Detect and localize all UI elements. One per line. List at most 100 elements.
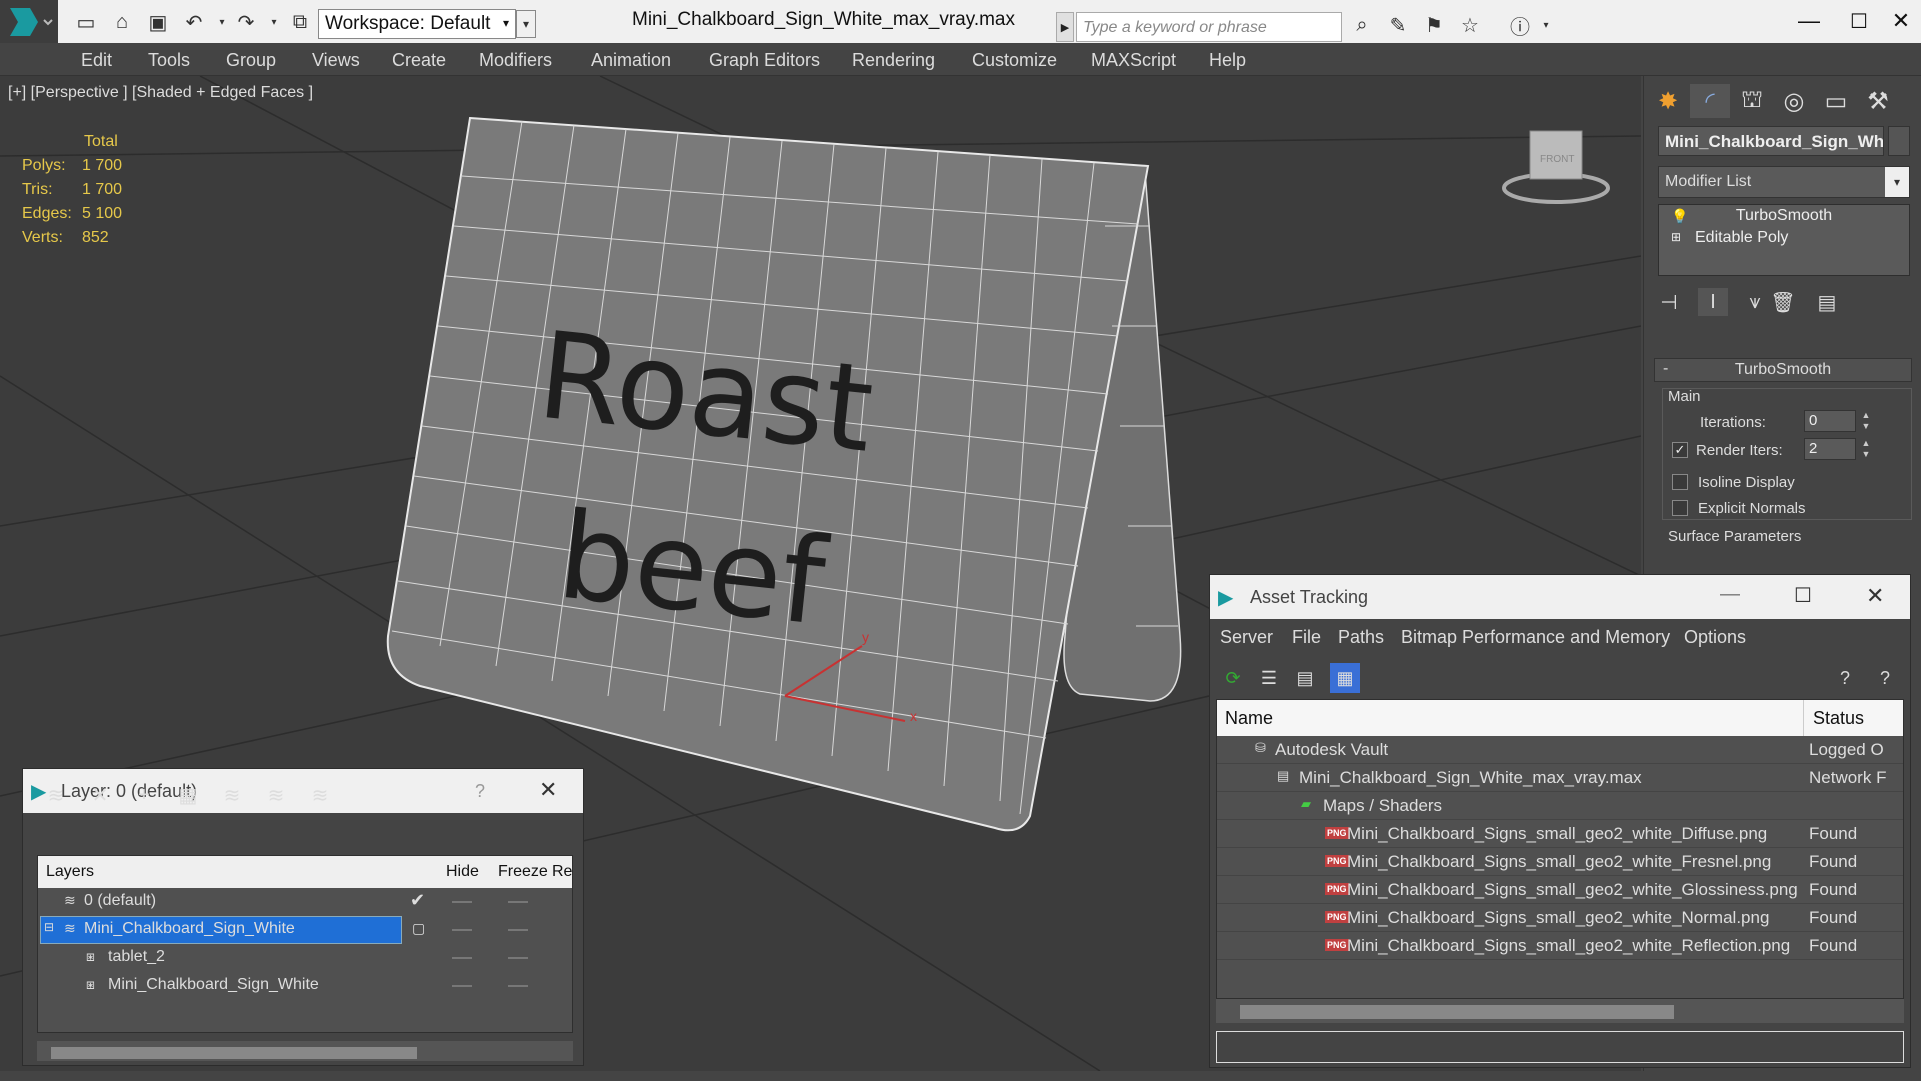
thumbnail-view-icon[interactable]: ▤ bbox=[1290, 663, 1320, 693]
modify-tab-icon[interactable]: ◜ bbox=[1690, 84, 1730, 118]
communication-icon[interactable]: ⚑ bbox=[1420, 12, 1448, 38]
pin-stack-icon[interactable]: ⊣ bbox=[1654, 288, 1684, 316]
refresh-icon[interactable]: ⟳ bbox=[1218, 663, 1248, 693]
redo-dropdown-icon[interactable]: ▾ bbox=[260, 9, 288, 35]
freeze-toggle[interactable] bbox=[508, 957, 528, 959]
undo-icon[interactable]: ↶ bbox=[180, 9, 208, 35]
workspace-dropdown[interactable]: Workspace: Default ▾ bbox=[318, 9, 516, 39]
asset-row[interactable]: PNG Mini_Chalkboard_Signs_small_geo2_whi… bbox=[1217, 876, 1903, 904]
scrollbar-thumb[interactable] bbox=[1240, 1005, 1674, 1019]
menu-views[interactable]: Views bbox=[312, 50, 360, 71]
turbosmooth-rollout-header[interactable]: - TurboSmooth bbox=[1654, 358, 1912, 382]
surface-parameters-label[interactable]: Surface Parameters bbox=[1668, 528, 1801, 545]
menu-paths[interactable]: Paths bbox=[1338, 627, 1384, 648]
hide-toggle[interactable] bbox=[452, 985, 472, 987]
hierarchy-tab-icon[interactable]: ⛫ bbox=[1732, 84, 1772, 118]
viewport-label[interactable]: [+] [Perspective ] [Shaded + Edged Faces… bbox=[8, 84, 313, 102]
utilities-tab-icon[interactable]: ⚒ bbox=[1858, 84, 1898, 118]
scrollbar-thumb[interactable] bbox=[51, 1047, 417, 1059]
project-folder-icon[interactable]: ⧉ bbox=[286, 9, 314, 35]
hide-toggle[interactable] bbox=[452, 929, 472, 931]
hide-toggle[interactable] bbox=[452, 901, 472, 903]
create-layer-icon[interactable]: ≋ bbox=[41, 781, 71, 809]
tooltip-help-icon[interactable]: ? bbox=[1870, 663, 1900, 693]
menu-graph-editors[interactable]: Graph Editors bbox=[709, 50, 820, 71]
list-view-icon[interactable]: ☰ bbox=[1254, 663, 1284, 693]
maximize-icon[interactable]: ☐ bbox=[1794, 583, 1812, 608]
menu-group[interactable]: Group bbox=[226, 50, 276, 71]
menu-tools[interactable]: Tools bbox=[148, 50, 190, 71]
help-dropdown-icon[interactable]: ▾ bbox=[1532, 12, 1560, 38]
binoculars-icon[interactable]: ⌕ bbox=[1348, 12, 1376, 38]
layer-row[interactable]: ⧆ tablet_2 bbox=[38, 944, 572, 972]
menu-bitmap-performance[interactable]: Bitmap Performance and Memory bbox=[1401, 627, 1670, 648]
hide-all-layers-icon[interactable]: ≋ bbox=[261, 781, 291, 809]
remove-modifier-icon[interactable]: 🗑 bbox=[1768, 288, 1798, 316]
layer-row[interactable]: ⧆ Mini_Chalkboard_Sign_White bbox=[38, 972, 572, 1000]
menu-options[interactable]: Options bbox=[1684, 627, 1746, 648]
menu-maxscript[interactable]: MAXScript bbox=[1091, 50, 1176, 71]
column-layers[interactable]: Layers bbox=[46, 863, 94, 881]
expand-plus-icon[interactable]: ⊞ bbox=[1671, 230, 1681, 244]
explicit-normals-checkbox[interactable] bbox=[1672, 500, 1688, 516]
favorites-star-icon[interactable]: ☆ bbox=[1456, 12, 1484, 38]
asset-row[interactable]: PNG Mini_Chalkboard_Signs_small_geo2_whi… bbox=[1217, 848, 1903, 876]
spinner-arrows-icon[interactable]: ▲ ▼ bbox=[1860, 410, 1872, 432]
highlight-selected-icon[interactable]: ≋ bbox=[217, 781, 247, 809]
collapse-minus-icon[interactable]: ⊟ bbox=[44, 920, 54, 934]
menu-help[interactable]: Help bbox=[1209, 50, 1246, 71]
menu-file[interactable]: File bbox=[1292, 627, 1321, 648]
make-unique-icon[interactable]: ⩛ bbox=[1740, 288, 1770, 316]
menu-customize[interactable]: Customize bbox=[972, 50, 1057, 71]
app-logo-icon[interactable] bbox=[0, 0, 58, 43]
column-freeze[interactable]: Freeze bbox=[498, 863, 548, 881]
asset-row[interactable]: PNG Mini_Chalkboard_Signs_small_geo2_whi… bbox=[1217, 932, 1903, 960]
freeze-all-layers-icon[interactable]: ≋ bbox=[305, 781, 335, 809]
isoline-display-checkbox[interactable] bbox=[1672, 474, 1688, 490]
asset-dialog-titlebar[interactable]: ▶ Asset Tracking — ☐ ✕ bbox=[1210, 575, 1910, 619]
new-file-icon[interactable]: ▭ bbox=[72, 9, 100, 35]
menu-server[interactable]: Server bbox=[1220, 627, 1273, 648]
spinner-arrows-icon[interactable]: ▲ ▼ bbox=[1860, 438, 1872, 460]
menu-animation[interactable]: Animation bbox=[591, 50, 671, 71]
column-divider[interactable] bbox=[1803, 700, 1804, 736]
lightbulb-icon[interactable]: 💡 bbox=[1671, 208, 1688, 225]
configure-modifier-sets-icon[interactable]: ▤ bbox=[1812, 288, 1842, 316]
stack-item-turbosmooth[interactable]: 💡 TurboSmooth bbox=[1661, 207, 1907, 229]
menu-modifiers[interactable]: Modifiers bbox=[479, 50, 552, 71]
layer-row[interactable]: ⊟ ≋ Mini_Chalkboard_Sign_White ▢ bbox=[38, 916, 572, 944]
workspace-menu-icon[interactable]: ▾ bbox=[516, 10, 536, 38]
close-icon[interactable]: ✕ bbox=[1872, 6, 1921, 36]
help-icon[interactable]: ? bbox=[1830, 663, 1860, 693]
render-iters-spinner[interactable]: 2 bbox=[1804, 438, 1856, 460]
asset-row[interactable]: ▤ Mini_Chalkboard_Sign_White_max_vray.ma… bbox=[1217, 764, 1903, 792]
table-view-icon[interactable]: ▦ bbox=[1330, 663, 1360, 693]
render-iters-checkbox[interactable]: ✓ bbox=[1672, 442, 1688, 458]
iterations-spinner[interactable]: 0 bbox=[1804, 410, 1856, 432]
column-status[interactable]: Status bbox=[1813, 708, 1864, 729]
close-icon[interactable]: ✕ bbox=[1866, 583, 1884, 609]
asset-row[interactable]: PNG Mini_Chalkboard_Signs_small_geo2_whi… bbox=[1217, 904, 1903, 932]
close-icon[interactable]: ✕ bbox=[539, 777, 557, 803]
search-input[interactable]: Type a keyword or phrase bbox=[1076, 12, 1342, 42]
object-name-field[interactable]: Mini_Chalkboard_Sign_White bbox=[1658, 126, 1884, 156]
freeze-toggle[interactable] bbox=[508, 901, 528, 903]
tools-icon[interactable]: ✎ bbox=[1384, 12, 1412, 38]
minimize-icon[interactable]: — bbox=[1720, 583, 1740, 606]
search-expand-icon[interactable]: ▶ bbox=[1056, 12, 1074, 42]
column-name[interactable]: Name bbox=[1225, 708, 1273, 729]
add-to-layer-icon[interactable]: + bbox=[129, 781, 159, 809]
menu-create[interactable]: Create bbox=[392, 50, 446, 71]
hide-toggle[interactable] bbox=[452, 957, 472, 959]
help-icon[interactable]: ⓘ bbox=[1506, 12, 1534, 39]
delete-layer-icon[interactable]: ✕ bbox=[85, 781, 115, 809]
asset-row[interactable]: ⛁ Autodesk Vault Logged O bbox=[1217, 736, 1903, 764]
save-icon[interactable]: ▣ bbox=[144, 9, 172, 35]
display-tab-icon[interactable]: ▭ bbox=[1816, 84, 1856, 118]
help-button[interactable]: ? bbox=[475, 781, 485, 802]
viewcube-icon[interactable]: FRONT bbox=[1502, 130, 1610, 204]
open-file-icon[interactable]: ⌂ bbox=[108, 9, 136, 35]
redo-icon[interactable]: ↷ bbox=[232, 9, 260, 35]
asset-row[interactable]: PNG Mini_Chalkboard_Signs_small_geo2_whi… bbox=[1217, 820, 1903, 848]
create-tab-icon[interactable]: ✸ bbox=[1648, 84, 1688, 118]
